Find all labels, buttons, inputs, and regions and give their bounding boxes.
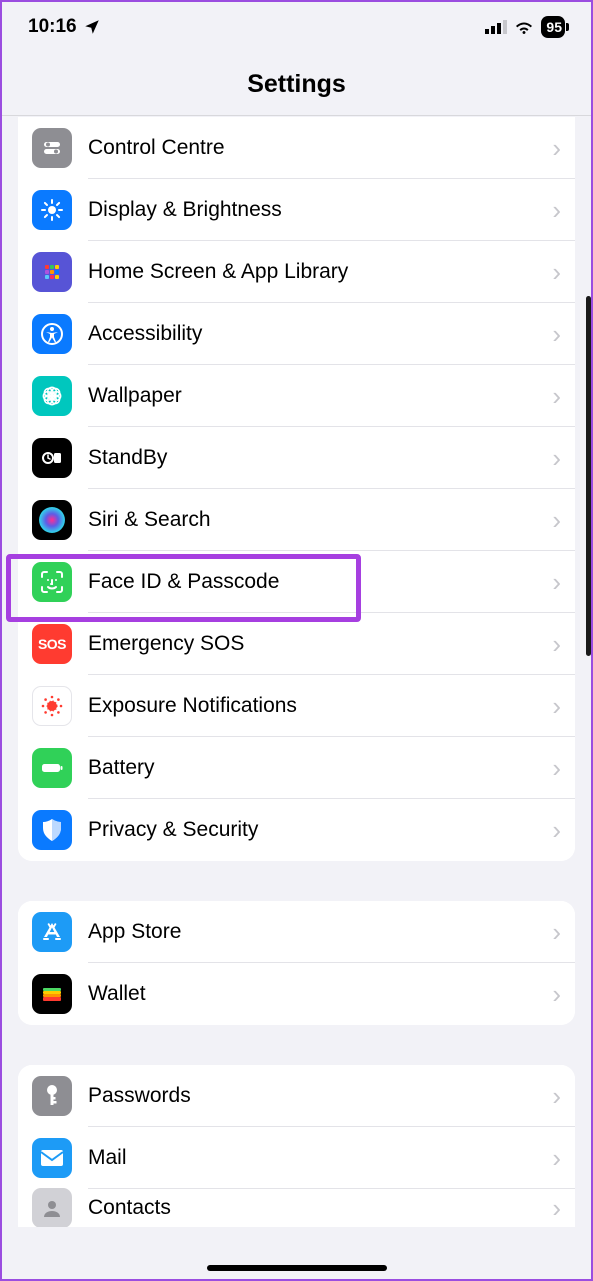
row-exposure[interactable]: Exposure Notifications › — [18, 675, 575, 737]
row-label: Home Screen & App Library — [88, 260, 552, 284]
settings-group-apps: App Store › Wallet › — [18, 901, 575, 1025]
exposure-icon — [32, 686, 72, 726]
row-label: Face ID & Passcode — [88, 570, 552, 594]
row-app-store[interactable]: App Store › — [18, 901, 575, 963]
row-label: Wallpaper — [88, 384, 552, 408]
home-screen-icon — [32, 252, 72, 292]
row-mail[interactable]: Mail › — [18, 1127, 575, 1189]
settings-screen: 10:16 95 Settings Control Centre › — [0, 0, 593, 1281]
chevron-right-icon: › — [552, 691, 561, 722]
row-wallet[interactable]: Wallet › — [18, 963, 575, 1025]
location-icon — [83, 18, 101, 36]
home-indicator[interactable] — [207, 1265, 387, 1271]
chevron-right-icon: › — [552, 443, 561, 474]
chevron-right-icon: › — [552, 319, 561, 350]
sos-icon: SOS — [32, 624, 72, 664]
battery-indicator: 95 — [541, 16, 565, 38]
row-label: Control Centre — [88, 136, 552, 160]
row-label: Battery — [88, 756, 552, 780]
chevron-right-icon: › — [552, 1081, 561, 1112]
chevron-right-icon: › — [552, 979, 561, 1010]
contacts-icon — [32, 1188, 72, 1227]
row-label: App Store — [88, 920, 552, 944]
row-siri[interactable]: Siri & Search › — [18, 489, 575, 551]
row-label: Privacy & Security — [88, 818, 552, 842]
chevron-right-icon: › — [552, 381, 561, 412]
row-label: Passwords — [88, 1084, 552, 1108]
row-contacts[interactable]: Contacts › — [18, 1189, 575, 1227]
privacy-icon — [32, 810, 72, 850]
battery-icon — [32, 748, 72, 788]
chevron-right-icon: › — [552, 505, 561, 536]
row-display[interactable]: Display & Brightness › — [18, 179, 575, 241]
settings-group-accounts: Passwords › Mail › Contacts › — [18, 1065, 575, 1227]
chevron-right-icon: › — [552, 815, 561, 846]
control-centre-icon — [32, 128, 72, 168]
row-battery[interactable]: Battery › — [18, 737, 575, 799]
row-label: Wallet — [88, 982, 552, 1006]
row-label: Contacts — [88, 1196, 552, 1220]
chevron-right-icon: › — [552, 133, 561, 164]
cellular-icon — [485, 20, 507, 34]
chevron-right-icon: › — [552, 1143, 561, 1174]
accessibility-icon — [32, 314, 72, 354]
row-label: Siri & Search — [88, 508, 552, 532]
row-label: StandBy — [88, 446, 552, 470]
row-accessibility[interactable]: Accessibility › — [18, 303, 575, 365]
row-label: Emergency SOS — [88, 632, 552, 656]
row-faceid[interactable]: Face ID & Passcode › — [18, 551, 575, 613]
chevron-right-icon: › — [552, 917, 561, 948]
status-bar: 10:16 95 — [0, 0, 593, 54]
siri-icon — [32, 500, 72, 540]
wifi-icon — [514, 20, 534, 35]
settings-group-general: Control Centre › Display & Brightness › … — [18, 117, 575, 861]
row-label: Mail — [88, 1146, 552, 1170]
faceid-icon — [32, 562, 72, 602]
row-standby[interactable]: StandBy › — [18, 427, 575, 489]
settings-scroll-area[interactable]: Control Centre › Display & Brightness › … — [0, 116, 593, 1281]
row-wallpaper[interactable]: Wallpaper › — [18, 365, 575, 427]
status-time: 10:16 — [28, 16, 77, 38]
chevron-right-icon: › — [552, 257, 561, 288]
standby-icon — [32, 438, 72, 478]
row-label: Accessibility — [88, 322, 552, 346]
row-sos[interactable]: SOS Emergency SOS › — [18, 613, 575, 675]
row-label: Display & Brightness — [88, 198, 552, 222]
row-passwords[interactable]: Passwords › — [18, 1065, 575, 1127]
mail-icon — [32, 1138, 72, 1178]
scrollbar-thumb[interactable] — [586, 296, 591, 656]
chevron-right-icon: › — [552, 195, 561, 226]
row-control-centre[interactable]: Control Centre › — [18, 117, 575, 179]
chevron-right-icon: › — [552, 629, 561, 660]
row-label: Exposure Notifications — [88, 694, 552, 718]
row-home-screen[interactable]: Home Screen & App Library › — [18, 241, 575, 303]
brightness-icon — [32, 190, 72, 230]
app-store-icon — [32, 912, 72, 952]
nav-header: Settings — [0, 54, 593, 116]
passwords-icon — [32, 1076, 72, 1116]
wallpaper-icon — [32, 376, 72, 416]
chevron-right-icon: › — [552, 1193, 561, 1224]
row-privacy[interactable]: Privacy & Security › — [18, 799, 575, 861]
wallet-icon — [32, 974, 72, 1014]
chevron-right-icon: › — [552, 567, 561, 598]
page-title: Settings — [0, 70, 593, 99]
chevron-right-icon: › — [552, 753, 561, 784]
